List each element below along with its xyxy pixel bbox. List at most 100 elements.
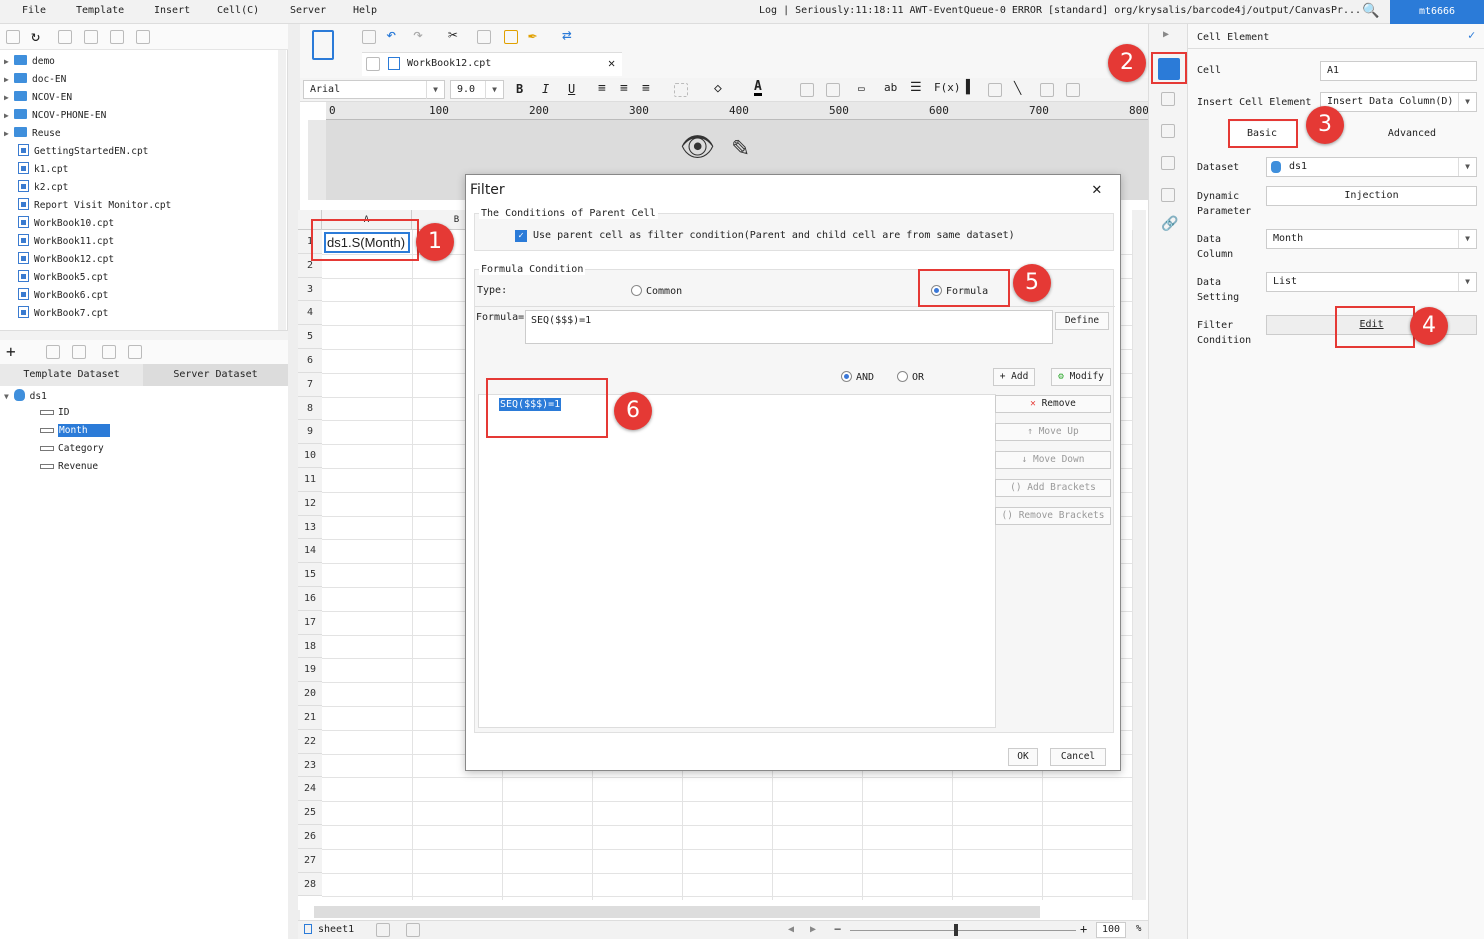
menu-template[interactable]: Template — [76, 5, 124, 16]
workbook-tab[interactable]: WorkBook12.cpt ✕ — [362, 52, 622, 76]
row-header[interactable]: 9 — [298, 420, 322, 445]
row-header[interactable]: 16 — [298, 587, 322, 611]
row-header[interactable]: 15 — [298, 563, 322, 587]
row-header[interactable]: 5 — [298, 325, 322, 349]
menu-server[interactable]: Server — [290, 5, 326, 16]
field-item[interactable]: ID — [40, 407, 69, 418]
formula-icon[interactable]: F(x) — [934, 81, 961, 94]
row-header[interactable]: 10 — [298, 444, 322, 468]
delete-icon[interactable] — [72, 345, 86, 359]
define-button[interactable]: Define — [1055, 312, 1109, 330]
add-dataset-icon[interactable]: + — [6, 342, 16, 361]
tree-folder-reuse[interactable]: ▶ Reuse — [4, 125, 61, 142]
zoom-field[interactable]: 100 — [1096, 922, 1126, 938]
row-header[interactable]: 21 — [298, 706, 322, 730]
row-header[interactable]: 7 — [298, 372, 322, 397]
ok-button[interactable]: OK — [1008, 748, 1038, 766]
move-up-button[interactable]: ↑ Move Up — [995, 423, 1111, 441]
add-report-icon[interactable] — [406, 923, 420, 937]
splitter[interactable] — [0, 330, 288, 340]
chevron-right-icon[interactable]: ▶ — [810, 924, 816, 935]
condition-attribute-icon[interactable] — [1161, 188, 1175, 202]
bold-icon[interactable]: B — [516, 82, 523, 96]
insert-line-icon[interactable]: ▭ — [858, 82, 865, 95]
zoom-slider[interactable] — [850, 930, 1076, 931]
tree-folder-doc-en[interactable]: ▶ doc-EN — [4, 71, 66, 88]
rich-text-icon[interactable]: ☰ — [910, 80, 922, 95]
redo-icon[interactable]: ↷ — [413, 25, 423, 45]
row-header[interactable]: 13 — [298, 515, 322, 540]
remove-brackets-button[interactable]: () Remove Brackets — [995, 507, 1111, 525]
tree-folder-ncov-en[interactable]: ▶ NCOV-EN — [4, 89, 72, 106]
tab-server-dataset[interactable]: Server Dataset — [143, 364, 288, 386]
align-left-icon[interactable]: ≡ — [598, 81, 606, 96]
row-header[interactable]: 6 — [298, 349, 322, 373]
row-header[interactable]: 28 — [298, 872, 322, 897]
refresh-icon[interactable]: ↻ — [31, 27, 40, 45]
preview-icon[interactable] — [102, 345, 116, 359]
font-select[interactable]: Arial ▼ — [303, 80, 445, 99]
horizontal-scrollbar[interactable] — [314, 906, 1040, 918]
chevron-left-icon[interactable]: ◀ — [788, 924, 794, 935]
row-header[interactable]: 11 — [298, 468, 322, 492]
open-icon[interactable] — [58, 30, 72, 44]
cancel-button[interactable]: Cancel — [1050, 748, 1106, 766]
menu-help[interactable]: Help — [353, 5, 377, 16]
row-header[interactable]: 18 — [298, 634, 322, 659]
edit-icon[interactable]: ✓ — [1468, 28, 1475, 42]
field-item[interactable]: Category — [40, 443, 104, 454]
data-column-select[interactable]: Month ▼ — [1266, 229, 1477, 249]
tree-folder-demo[interactable]: ▶ demo — [4, 53, 55, 70]
tree-scrollbar[interactable] — [278, 50, 286, 330]
radio-or[interactable]: OR — [897, 371, 924, 383]
sheet-tab[interactable]: sheet1 — [318, 924, 354, 935]
merge-icon[interactable] — [800, 83, 814, 97]
menu-cell[interactable]: Cell(C) — [217, 5, 259, 16]
row-header[interactable]: 14 — [298, 539, 322, 564]
align-right-icon[interactable]: ≡ — [642, 81, 650, 96]
formula-input[interactable]: SEQ($$$)=1 — [525, 310, 1053, 344]
underline-icon[interactable]: U — [568, 82, 575, 96]
widget-settings-icon[interactable] — [1161, 156, 1175, 170]
field-item-selected[interactable]: Month — [40, 424, 110, 437]
row-header[interactable]: 20 — [298, 682, 322, 706]
tree-file[interactable]: WorkBook11.cpt — [18, 233, 114, 250]
delete-icon[interactable] — [110, 30, 124, 44]
swap-icon[interactable]: ⇄ — [562, 25, 572, 44]
tree-file[interactable]: WorkBook5.cpt — [18, 269, 108, 286]
float-element-icon[interactable] — [1161, 124, 1175, 138]
undo-icon[interactable]: ↶ — [386, 25, 396, 45]
tree-file[interactable]: k1.cpt — [18, 161, 68, 178]
tree-file[interactable]: WorkBook6.cpt — [18, 287, 108, 304]
template-icon[interactable] — [312, 30, 334, 60]
new-folder-icon[interactable] — [6, 30, 20, 44]
modify-button[interactable]: ⚙ Modify — [1051, 368, 1111, 386]
chevron-right-icon[interactable]: ▶ — [1163, 29, 1169, 40]
row-header[interactable]: 3 — [298, 277, 322, 302]
user-account[interactable]: mt6666 — [1390, 0, 1484, 24]
row-header[interactable]: 26 — [298, 825, 322, 849]
dataset-select[interactable]: ds1 ▼ — [1266, 157, 1477, 177]
search-icon[interactable]: 🔍 — [1362, 3, 1379, 19]
tab-advanced[interactable]: Advanced — [1378, 122, 1446, 147]
font-color-icon[interactable]: A — [754, 80, 762, 96]
row-header[interactable]: 19 — [298, 658, 322, 683]
image-icon[interactable] — [988, 83, 1002, 97]
row-header[interactable]: 27 — [298, 848, 322, 873]
parent-filter-checkbox[interactable]: ✓ — [515, 230, 527, 242]
slash-icon[interactable]: ╲ — [1014, 81, 1021, 95]
row-header[interactable]: 17 — [298, 610, 322, 635]
row-header[interactable]: 25 — [298, 801, 322, 825]
radio-common[interactable]: Common — [631, 285, 682, 297]
dataset-node[interactable]: ▼ ds1 — [4, 389, 47, 402]
add-button[interactable]: + Add — [993, 368, 1035, 386]
unmerge-icon[interactable] — [826, 83, 840, 97]
edit-icon[interactable] — [46, 345, 60, 359]
copy-icon[interactable] — [136, 30, 150, 44]
tree-file[interactable]: GettingStartedEN.cpt — [18, 143, 148, 160]
hyperlink-icon[interactable]: 🔗 — [1161, 216, 1178, 232]
subreport-icon[interactable] — [1040, 83, 1054, 97]
zoom-slider-handle[interactable] — [954, 924, 958, 936]
condition-list[interactable]: SEQ($$$)=1 — [478, 394, 996, 728]
menu-file[interactable]: File — [22, 5, 46, 16]
